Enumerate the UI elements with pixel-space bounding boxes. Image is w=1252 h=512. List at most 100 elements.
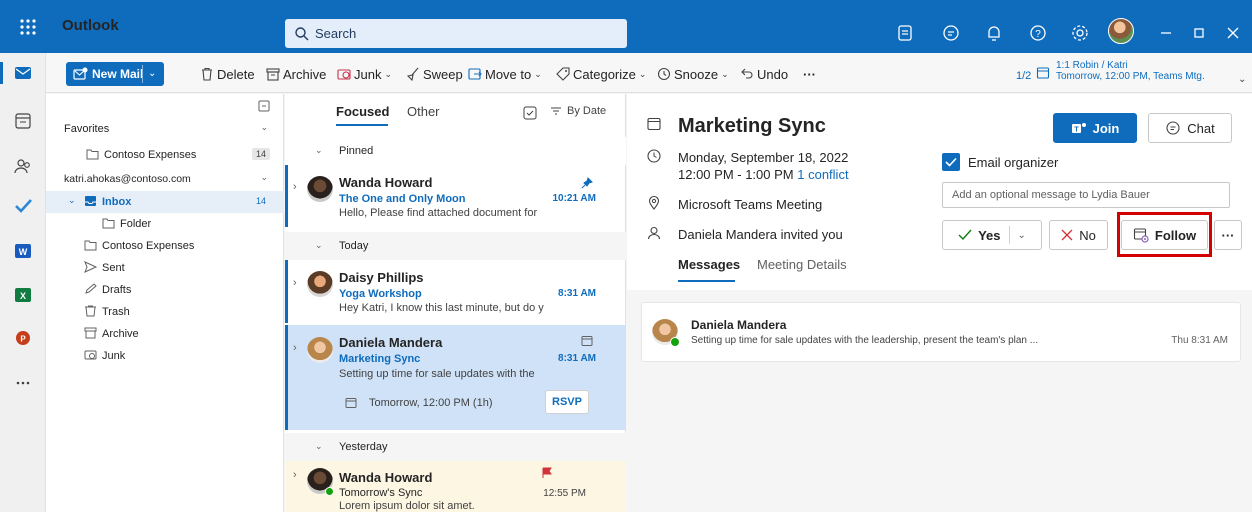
snooze-chevron-icon[interactable]: ⌄ xyxy=(721,69,729,80)
tab-meeting-details[interactable]: Meeting Details xyxy=(757,257,847,272)
archive-button[interactable]: Archive xyxy=(266,62,326,86)
event-conflict-link[interactable]: 1 conflict xyxy=(797,167,848,182)
folder-item-label: Inbox xyxy=(102,196,132,208)
folder-item-junk[interactable]: Junk xyxy=(46,345,284,367)
message-row-selected[interactable]: › Daniela Mandera Marketing Sync 8:31 AM… xyxy=(285,325,626,430)
folder-item-sent[interactable]: Sent xyxy=(46,257,284,279)
folder-item-folder[interactable]: Folder xyxy=(46,213,284,235)
select-all-checkbox-icon[interactable] xyxy=(523,106,537,120)
tab-messages[interactable]: Messages xyxy=(678,257,740,272)
presence-available-icon xyxy=(325,487,334,496)
todo-check-icon[interactable] xyxy=(12,194,34,216)
settings-gear-icon[interactable] xyxy=(1069,22,1091,44)
junk-chevron-icon[interactable]: ⌄ xyxy=(384,69,392,80)
account-chevron-icon[interactable]: ⌄ xyxy=(260,172,268,183)
people-icon[interactable] xyxy=(12,155,34,177)
calendar-icon[interactable] xyxy=(12,110,34,132)
trash-icon xyxy=(85,305,96,317)
folder-icon xyxy=(84,240,97,251)
minimize-icon[interactable] xyxy=(1155,22,1177,44)
message-preview: Lorem ipsum dolor sit amet. xyxy=(339,500,475,512)
email-organizer-checkbox[interactable] xyxy=(942,153,960,171)
svg-text:T: T xyxy=(1074,127,1079,134)
folder-item-archive[interactable]: Archive xyxy=(46,323,284,345)
optional-message-input[interactable]: Add an optional message to Lydia Bauer xyxy=(942,182,1230,208)
accept-yes-button[interactable]: Yes ⌄ xyxy=(942,220,1042,250)
folder-item-label: Drafts xyxy=(102,284,132,296)
join-button[interactable]: T Join xyxy=(1053,113,1137,143)
bell-icon[interactable] xyxy=(983,22,1005,44)
pin-icon[interactable] xyxy=(581,177,593,189)
section-chevron-icon[interactable]: ⌄ xyxy=(315,240,323,251)
move-to-button[interactable]: Move to ⌄ xyxy=(468,62,542,86)
snooze-button[interactable]: Snooze ⌄ xyxy=(657,62,729,86)
help-icon[interactable]: ? xyxy=(1027,22,1049,44)
section-header-yesterday[interactable]: ⌄ Yesterday xyxy=(285,433,626,461)
decline-no-button[interactable]: No xyxy=(1049,220,1108,250)
folder-item-trash[interactable]: Trash xyxy=(46,301,284,323)
expand-thread-chevron-icon[interactable]: › xyxy=(293,277,297,289)
section-title: Today xyxy=(339,240,369,252)
rsvp-button[interactable]: RSVP xyxy=(545,390,589,414)
message-row[interactable]: › Wanda Howard The One and Only Moon 10:… xyxy=(285,165,626,227)
section-chevron-icon[interactable]: ⌄ xyxy=(315,145,323,156)
folder-item-label: Contoso Expenses xyxy=(104,149,197,161)
unread-count-badge: 14 xyxy=(251,148,270,160)
sweep-button[interactable]: Sweep xyxy=(406,62,463,86)
expand-thread-chevron-icon[interactable]: › xyxy=(293,469,297,481)
categorize-chevron-icon[interactable]: ⌄ xyxy=(639,69,647,80)
folder-item-inbox[interactable]: ⌄ Inbox 14 xyxy=(46,191,284,213)
more-apps-icon[interactable] xyxy=(12,372,34,394)
section-chevron-icon[interactable]: ⌄ xyxy=(315,441,323,452)
close-icon[interactable] xyxy=(1222,22,1244,44)
folder-item-drafts[interactable]: Drafts xyxy=(46,279,284,301)
flag-icon[interactable] xyxy=(541,467,553,479)
sort-by-date-button[interactable]: By Date xyxy=(549,105,606,117)
next-meeting-chevron-icon[interactable]: ⌄ xyxy=(1238,74,1246,85)
word-icon[interactable]: W xyxy=(12,240,34,262)
folder-item-contoso-expenses[interactable]: Contoso Expenses xyxy=(46,235,284,257)
undo-button[interactable]: Undo xyxy=(740,62,788,86)
yes-dropdown-chevron-icon[interactable]: ⌄ xyxy=(1018,230,1026,241)
new-mail-button[interactable]: New Mail ⌄ xyxy=(66,62,164,86)
move-to-chevron-icon[interactable]: ⌄ xyxy=(534,69,542,80)
favorites-header[interactable]: Favorites ⌄ xyxy=(46,118,284,140)
app-launcher-icon[interactable] xyxy=(16,15,40,39)
tab-focused-underline xyxy=(336,124,388,126)
message-row[interactable]: › Daisy Phillips Yoga Workshop 8:31 AM H… xyxy=(285,260,626,323)
new-mail-dropdown-chevron-icon[interactable]: ⌄ xyxy=(148,68,156,79)
maximize-icon[interactable] xyxy=(1188,22,1210,44)
section-header-pinned[interactable]: ⌄ Pinned xyxy=(285,137,626,165)
inbox-chevron-icon[interactable]: ⌄ xyxy=(68,195,76,206)
chat-icon[interactable] xyxy=(940,22,962,44)
expand-thread-chevron-icon[interactable]: › xyxy=(293,181,297,193)
mail-icon[interactable] xyxy=(12,62,34,84)
archive-icon xyxy=(84,327,97,339)
ribbon-more-button[interactable]: ··· xyxy=(803,62,816,86)
junk-button[interactable]: Junk ⌄ xyxy=(337,62,392,86)
account-avatar[interactable] xyxy=(1108,18,1134,44)
excel-icon[interactable]: X xyxy=(12,284,34,306)
message-row-flagged[interactable]: › Wanda Howard Tomorrow's Sync 12:55 PM … xyxy=(285,461,626,512)
next-meeting[interactable]: 1:1 Robin / Katri Tomorrow, 12:00 PM, Te… xyxy=(1056,60,1205,82)
sort-label: By Date xyxy=(567,105,607,117)
tab-focused[interactable]: Focused xyxy=(336,104,389,119)
delete-button[interactable]: Delete xyxy=(200,62,255,86)
chat-button[interactable]: Chat xyxy=(1148,113,1232,143)
collapse-pane-icon[interactable] xyxy=(258,100,270,112)
conversation-message-card[interactable]: Daniela Mandera Setting up time for sale… xyxy=(641,302,1241,362)
move-to-icon xyxy=(468,68,482,80)
tab-other[interactable]: Other xyxy=(407,104,440,119)
search-input[interactable]: Search xyxy=(285,19,627,48)
section-header-today[interactable]: ⌄ Today xyxy=(285,232,626,260)
pencil-icon xyxy=(85,283,97,294)
app-title[interactable]: Outlook xyxy=(62,15,119,37)
favorites-chevron-icon[interactable]: ⌄ xyxy=(260,122,268,133)
more-options-button[interactable]: ··· xyxy=(1214,220,1242,250)
notes-icon[interactable] xyxy=(894,22,916,44)
folder-item-contoso-expenses-favorite[interactable]: Contoso Expenses 14 xyxy=(46,144,284,166)
categorize-button[interactable]: Categorize ⌄ xyxy=(556,62,646,86)
expand-thread-chevron-icon[interactable]: › xyxy=(293,342,297,354)
powerpoint-icon[interactable]: P xyxy=(12,327,34,349)
account-header[interactable]: katri.ahokas@contoso.com ⌄ xyxy=(46,168,284,190)
